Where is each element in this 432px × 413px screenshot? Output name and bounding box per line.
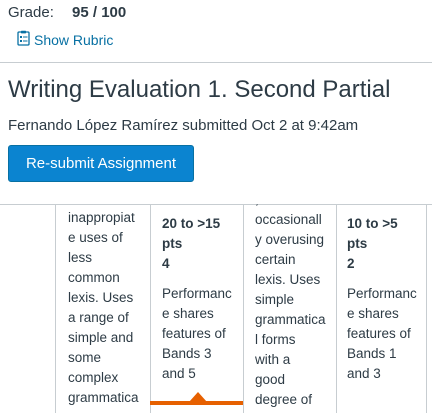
rubric-column-divider [55, 204, 56, 413]
show-rubric-label: Show Rubric [34, 31, 114, 48]
rubric-column-divider [426, 204, 427, 413]
rating-range: 10 to >5 [347, 216, 398, 231]
selected-rating-indicator-bar [150, 401, 243, 405]
resubmit-assignment-button[interactable]: Re-submit Assignment [8, 145, 194, 182]
rubric-rating-description: inappropiat e uses of less common lexis.… [68, 210, 139, 405]
grade-summary: Grade: 95 / 100 [8, 4, 126, 21]
grade-value: 95 / 100 [72, 4, 127, 21]
rubric-column-divider [150, 204, 151, 413]
grade-label: Grade: [8, 4, 54, 21]
rubric-top-border [0, 204, 432, 205]
submission-info: Fernando López Ramírez submitted Oct 2 a… [8, 117, 359, 134]
rating-points: 4 [162, 256, 170, 271]
rubric-rating-description: , occasionall y overusing certain lexis.… [255, 204, 326, 407]
rubric-rating[interactable]: 10 to >5 pts 2 Performanc e shares featu… [347, 214, 417, 413]
rubric-icon [16, 30, 31, 49]
rubric-rating-selected[interactable]: 20 to >15 pts 4 Performanc e shares feat… [162, 214, 232, 413]
show-rubric-link[interactable]: Show Rubric [16, 30, 113, 49]
rubric-table: inappropiat e uses of less common lexis.… [0, 204, 432, 413]
page-title: Writing Evaluation 1. Second Partial [8, 76, 391, 103]
rating-pts-label: pts [347, 236, 368, 251]
header-divider [0, 62, 432, 63]
rubric-column-divider [243, 204, 244, 413]
rating-points: 2 [347, 256, 355, 271]
rating-range: 20 to >15 [162, 216, 221, 231]
rubric-column-divider [336, 204, 337, 413]
rating-pts-label: pts [162, 236, 183, 251]
